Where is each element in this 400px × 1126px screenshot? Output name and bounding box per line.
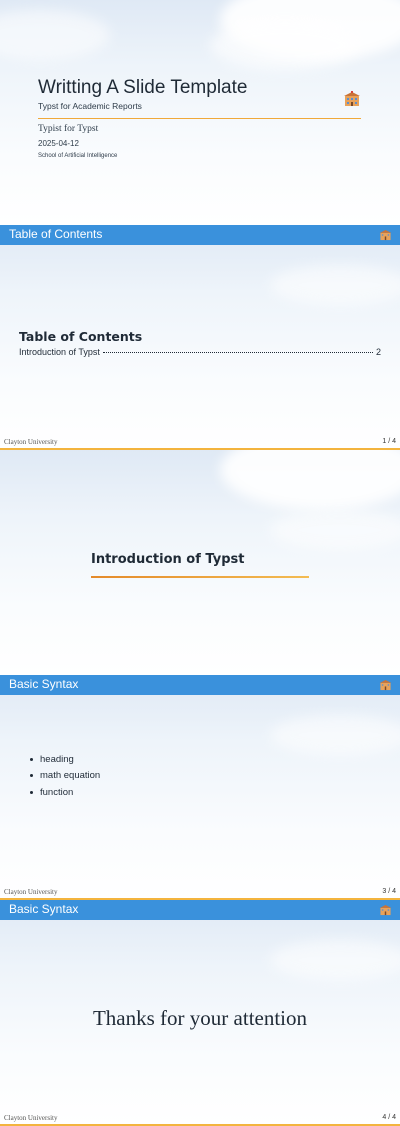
cloud-decoration bbox=[220, 450, 400, 510]
toc-entry[interactable]: Introduction of Typst 2 bbox=[19, 347, 381, 359]
bullet-icon bbox=[30, 790, 33, 794]
university-building-icon bbox=[379, 904, 392, 916]
slide-footer: Clayton University 1 / 4 bbox=[0, 438, 400, 450]
slide-title-text: Writting A Slide Template bbox=[38, 77, 248, 98]
slide-title: Writting A Slide Template Typst for Acad… bbox=[0, 0, 400, 225]
university-building-icon bbox=[379, 679, 392, 691]
list-item-text: function bbox=[40, 786, 74, 798]
slide-thanks: Basic Syntax Thanks for your attention C… bbox=[0, 900, 400, 1126]
slide-header-bar: Basic Syntax bbox=[0, 900, 400, 920]
slide-footer: Clayton University 4 / 4 bbox=[0, 1114, 400, 1126]
slide-header-title: Table of Contents bbox=[9, 227, 103, 241]
bullet-icon bbox=[30, 774, 33, 778]
university-building-icon bbox=[344, 91, 360, 106]
cloud-decoration bbox=[270, 940, 400, 980]
cloud-decoration bbox=[0, 10, 110, 60]
slide-header-title: Basic Syntax bbox=[9, 902, 79, 916]
toc-entry-label: Introduction of Typst bbox=[19, 347, 100, 357]
institution: School of Artificial Intelligence bbox=[38, 153, 118, 159]
section-divider bbox=[91, 576, 309, 578]
cloud-decoration bbox=[270, 265, 400, 305]
slide-basic-syntax: Basic Syntax heading math equation funct… bbox=[0, 675, 400, 900]
slide-header-title: Basic Syntax bbox=[9, 677, 79, 691]
thanks-message: Thanks for your attention bbox=[92, 1006, 308, 1030]
footer-institution: Clayton University bbox=[4, 438, 58, 446]
toc-heading: Table of Contents bbox=[19, 329, 143, 344]
toc-entry-page: 2 bbox=[375, 347, 381, 357]
author: Typist for Typst bbox=[38, 124, 99, 134]
slide-subtitle: Typst for Academic Reports bbox=[38, 101, 142, 111]
title-divider bbox=[38, 118, 361, 119]
footer-institution: Clayton University bbox=[4, 888, 58, 896]
bullet-list: heading math equation function bbox=[30, 751, 100, 801]
list-item-text: math equation bbox=[40, 770, 101, 782]
list-item: heading bbox=[30, 751, 100, 768]
page-counter: 1 / 4 bbox=[382, 438, 396, 445]
page-counter: 4 / 4 bbox=[382, 1114, 396, 1121]
slide-section: Introduction of Typst bbox=[0, 450, 400, 675]
university-building-icon bbox=[379, 229, 392, 241]
slide-footer: Clayton University 3 / 4 bbox=[0, 888, 400, 900]
slide-toc: Table of Contents Table of Contents Intr… bbox=[0, 225, 400, 450]
slide-header-bar: Basic Syntax bbox=[0, 675, 400, 695]
footer-institution: Clayton University bbox=[4, 1114, 58, 1122]
cloud-decoration bbox=[270, 715, 400, 755]
slide-header-bar: Table of Contents bbox=[0, 225, 400, 245]
list-item-text: heading bbox=[40, 753, 74, 765]
section-title: Introduction of Typst bbox=[91, 552, 245, 567]
bullet-icon bbox=[30, 757, 33, 761]
toc-leader-dots bbox=[102, 352, 373, 353]
list-item: function bbox=[30, 784, 100, 801]
cloud-decoration bbox=[270, 510, 400, 550]
list-item: math equation bbox=[30, 768, 100, 785]
cloud-decoration bbox=[210, 20, 360, 70]
page-counter: 3 / 4 bbox=[382, 888, 396, 895]
date: 2025-04-12 bbox=[38, 139, 79, 148]
